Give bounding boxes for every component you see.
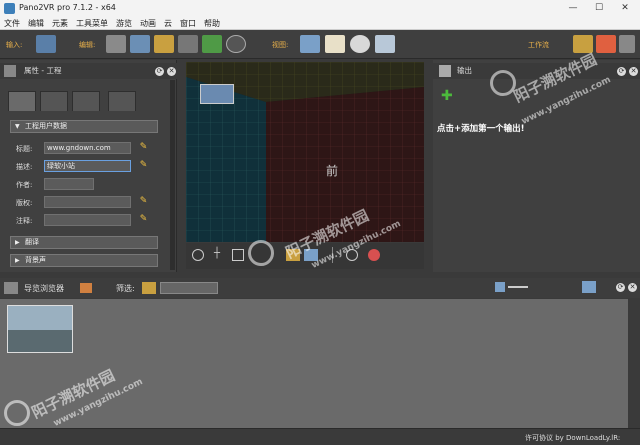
menu-tools[interactable]: 工具菜单 (72, 17, 112, 30)
close-button[interactable]: ✕ (612, 0, 638, 17)
compass-icon[interactable] (192, 249, 204, 261)
filter-label: 筛选: (116, 284, 135, 293)
menu-tour[interactable]: 游览 (112, 17, 136, 30)
binoculars-icon[interactable] (300, 35, 320, 53)
float-icon[interactable]: ⟳ (617, 67, 626, 76)
menu-file[interactable]: 文件 (0, 17, 24, 30)
add-output-icon[interactable]: ✚ (441, 88, 453, 104)
tour-browser-icon (4, 282, 18, 294)
grid-icon[interactable] (232, 249, 244, 261)
description-field[interactable]: 绿软小站 (44, 160, 131, 172)
import-panorama-icon[interactable] (36, 35, 56, 53)
maximize-button[interactable]: ☐ (586, 0, 612, 17)
thumbnail-landscape (8, 330, 72, 352)
front-face-label: 前 (326, 164, 339, 178)
watermark-logo-icon (4, 400, 30, 426)
chevron-down-icon: ▼ (15, 123, 20, 130)
tour-browser-header: 导览浏览器 筛选: ⟳ ✕ (0, 278, 640, 298)
output-icon[interactable] (596, 35, 616, 53)
section-project-label: 工程用户数据 (25, 122, 67, 130)
author-field[interactable] (44, 178, 94, 190)
add-output-hint: 点击+添加第一个输出! (437, 124, 525, 134)
scrollbar[interactable] (628, 299, 640, 428)
filter-dropdown[interactable] (160, 282, 218, 294)
comment-field[interactable] (44, 214, 131, 226)
edit-title-icon[interactable]: ✎ (138, 142, 149, 153)
minimize-button[interactable]: — (560, 0, 586, 17)
menu-window[interactable]: 窗口 (176, 17, 200, 30)
panorama-thumbnail-icon[interactable] (200, 84, 234, 104)
license-text: 许可协议 by DownLoadLy.lR: (525, 434, 621, 442)
edit-comment-icon[interactable]: ✎ (138, 214, 149, 225)
panel-close-icon[interactable]: ✕ (167, 67, 176, 76)
menu-help[interactable]: 帮助 (200, 17, 224, 30)
edit-description-icon[interactable]: ✎ (138, 160, 149, 171)
comment-label: 注释: (16, 217, 33, 225)
media-icon[interactable] (154, 35, 174, 53)
section-translate-label: 翻译 (25, 238, 39, 246)
menu-edit[interactable]: 编辑 (24, 17, 48, 30)
title-bar: Pano2VR pro 7.1.2 - x64 — ☐ ✕ (0, 0, 640, 17)
panorama-thumbnail[interactable] (7, 305, 73, 353)
title-label: 标题: (16, 145, 33, 153)
float-icon[interactable]: ⟳ (155, 67, 164, 76)
viewing-parameters-icon[interactable] (106, 35, 126, 53)
user-icon[interactable] (80, 283, 92, 293)
input-label: 输入: (6, 41, 23, 49)
scrollbar[interactable] (170, 80, 175, 270)
menu-bar: 文件 编辑 元素 工具菜单 游览 动画云窗口 帮助 (0, 17, 640, 30)
window-title: Pano2VR pro 7.1.2 - x64 (19, 3, 116, 12)
large-thumbnail-icon[interactable] (582, 281, 596, 293)
tab-user-data[interactable] (72, 91, 100, 111)
settings-icon[interactable] (619, 35, 635, 53)
menu-elements[interactable]: 元素 (48, 17, 72, 30)
output-panel-icon (439, 65, 451, 77)
camera-icon[interactable] (375, 35, 395, 53)
menu-cloud[interactable]: 云 (160, 17, 176, 30)
view-label: 视图: (272, 41, 289, 49)
float-icon[interactable]: ⟳ (616, 283, 625, 292)
tab-panorama[interactable] (40, 91, 68, 111)
vertical-line-icon[interactable]: ┼ (214, 248, 220, 259)
section-project-user-data[interactable]: ▼ 工程用户数据 (10, 120, 158, 133)
chevron-right-icon: ▶ (15, 257, 20, 264)
hotspot-icon[interactable] (130, 35, 150, 53)
small-thumbnail-icon[interactable] (495, 282, 505, 292)
section-bgsound-label: 背景声 (25, 256, 46, 264)
description-label: 描述: (16, 163, 33, 171)
properties-title: 属性 - 工程 (24, 66, 62, 75)
tab-project[interactable] (8, 91, 36, 111)
main-toolbar: 输入: 编辑: 视图: 工作流 (0, 30, 640, 59)
copyright-label: 版权: (16, 199, 33, 207)
notes-icon[interactable] (325, 35, 345, 53)
chevron-right-icon: ▶ (15, 239, 20, 246)
panel-close-icon[interactable]: ✕ (628, 283, 637, 292)
filter-icon[interactable] (142, 282, 156, 294)
copyright-field[interactable] (44, 196, 131, 208)
workflow-label: 工作流 (528, 41, 549, 49)
panorama-viewer[interactable]: 前 (186, 62, 424, 242)
output-title: 输出 (457, 66, 472, 75)
title-field[interactable]: www.gndown.com (44, 142, 131, 154)
color-icon[interactable] (368, 249, 380, 261)
patch-icon[interactable] (178, 35, 198, 53)
film-icon[interactable] (226, 35, 246, 53)
section-translate[interactable]: ▶ 翻译 (10, 236, 158, 249)
zoom-slider[interactable] (508, 286, 528, 288)
author-label: 作者: (16, 181, 33, 189)
tour-browser-title: 导览浏览器 (24, 284, 64, 293)
status-bar: 许可协议 by DownLoadLy.lR: (0, 428, 640, 445)
edit-label: 编辑: (79, 41, 96, 49)
edit-copyright-icon[interactable]: ✎ (138, 196, 149, 207)
section-background-sound[interactable]: ▶ 背景声 (10, 254, 158, 267)
tab-node[interactable] (108, 91, 136, 111)
map-icon[interactable] (202, 35, 222, 53)
clock-icon[interactable] (350, 35, 370, 53)
menu-animation[interactable]: 动画 (136, 17, 160, 30)
properties-panel: 属性 - 工程 ⟳ ✕ ▼ 工程用户数据 标题: www.gndown.com ✎… (0, 60, 177, 272)
properties-icon (4, 65, 16, 77)
panel-close-icon[interactable]: ✕ (629, 67, 638, 76)
app-icon (4, 3, 15, 14)
watermark-logo-icon (248, 240, 274, 266)
